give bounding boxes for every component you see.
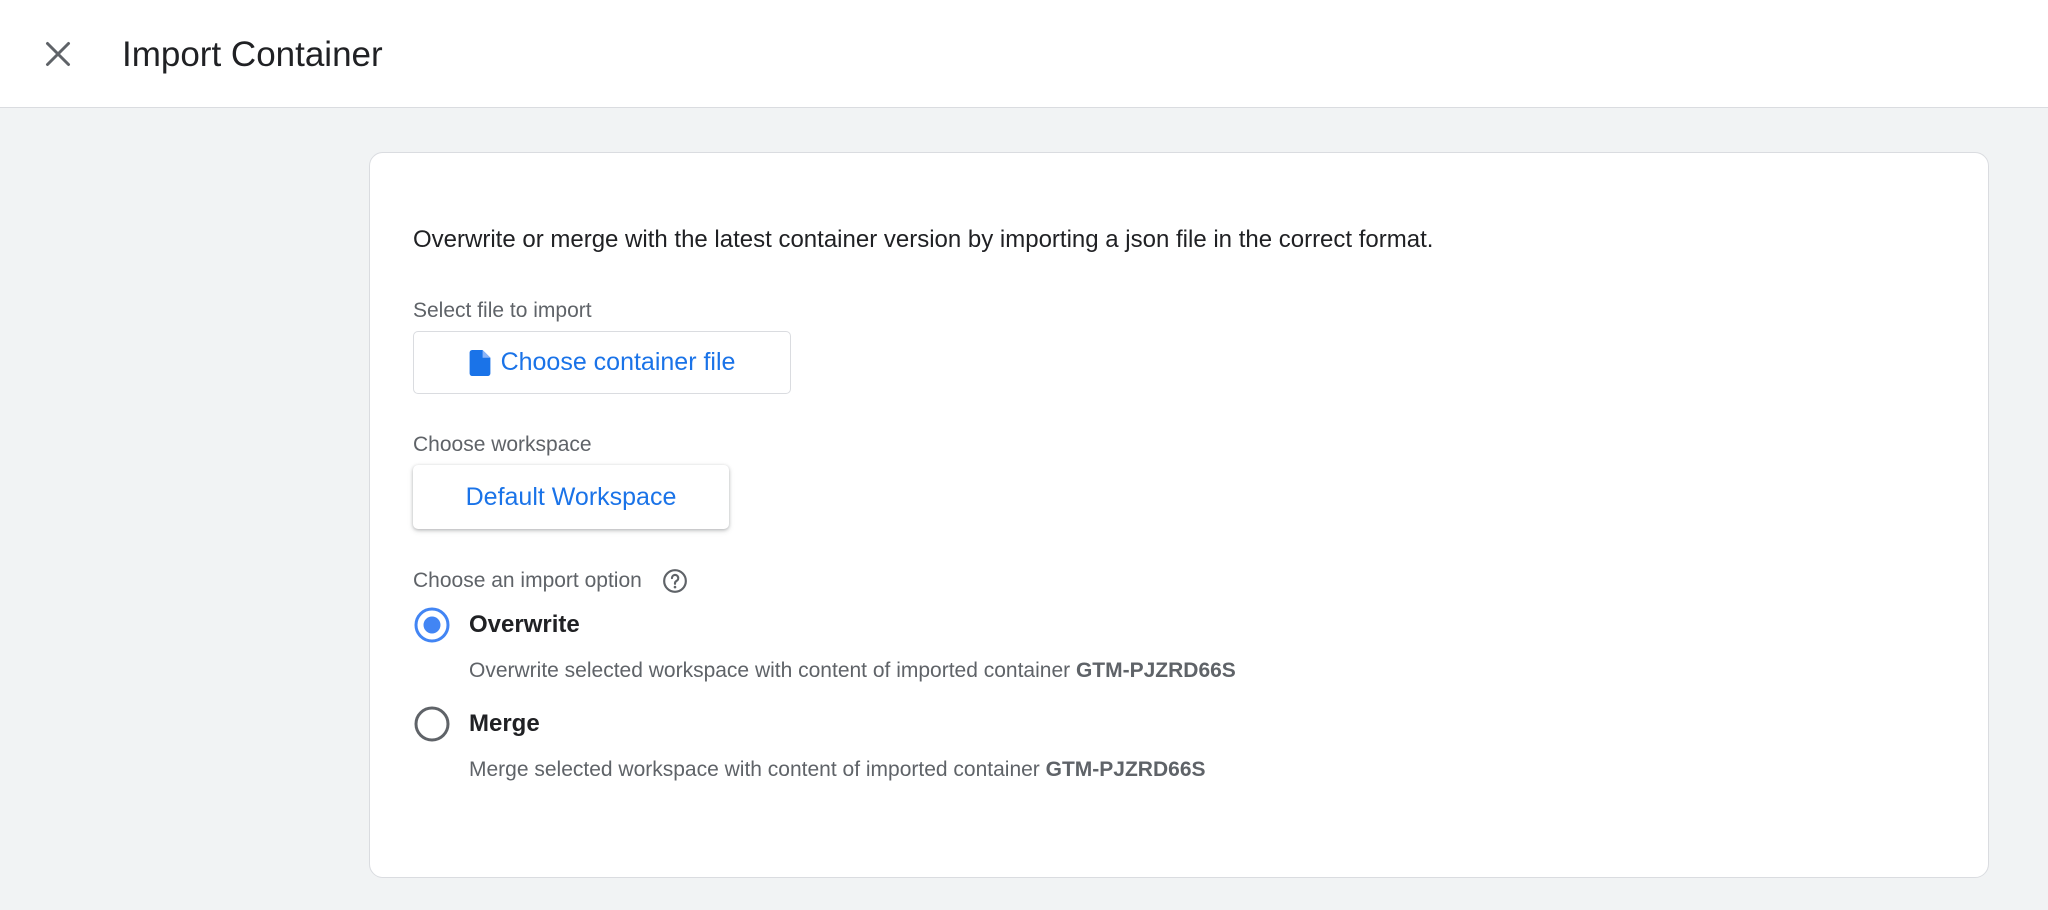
radio-description-merge: Merge selected workspace with content of… (469, 756, 1206, 784)
import-card: Overwrite or merge with the latest conta… (369, 152, 1989, 878)
file-icon (469, 349, 490, 376)
radio-button-overwrite[interactable] (413, 606, 451, 644)
import-option-label: Choose an import option (413, 569, 642, 592)
import-description: Overwrite or merge with the latest conta… (413, 226, 1434, 253)
radio-button-merge[interactable] (413, 705, 451, 743)
page-title: Import Container (122, 35, 383, 74)
help-circle-icon[interactable] (662, 568, 688, 594)
merge-container-id: GTM-PJZRD66S (1045, 758, 1206, 781)
merge-description-text: Merge selected workspace with content of… (469, 758, 1046, 781)
header-bar: Import Container (0, 0, 2048, 108)
import-option-section: Choose an import option (413, 567, 688, 595)
workspace-select-button[interactable]: Default Workspace (413, 465, 729, 529)
overwrite-container-id: GTM-PJZRD66S (1075, 659, 1236, 682)
radio-selected-icon (414, 607, 450, 643)
overwrite-description-text: Overwrite selected workspace with conten… (469, 659, 1076, 682)
close-icon (46, 42, 70, 66)
radio-unselected-icon (414, 706, 450, 742)
choose-file-button-label: Choose container file (500, 348, 736, 376)
radio-option-merge[interactable]: Merge (413, 705, 540, 743)
workspace-select-label: Default Workspace (465, 482, 677, 511)
radio-label-overwrite: Overwrite (469, 611, 580, 638)
radio-label-merge: Merge (469, 710, 540, 737)
file-section-label: Select file to import (413, 299, 592, 322)
workspace-section-label: Choose workspace (413, 433, 592, 456)
close-button[interactable] (34, 30, 82, 78)
choose-file-button[interactable]: Choose container file (413, 331, 791, 394)
radio-option-overwrite[interactable]: Overwrite (413, 606, 580, 644)
radio-description-overwrite: Overwrite selected workspace with conten… (469, 657, 1236, 685)
